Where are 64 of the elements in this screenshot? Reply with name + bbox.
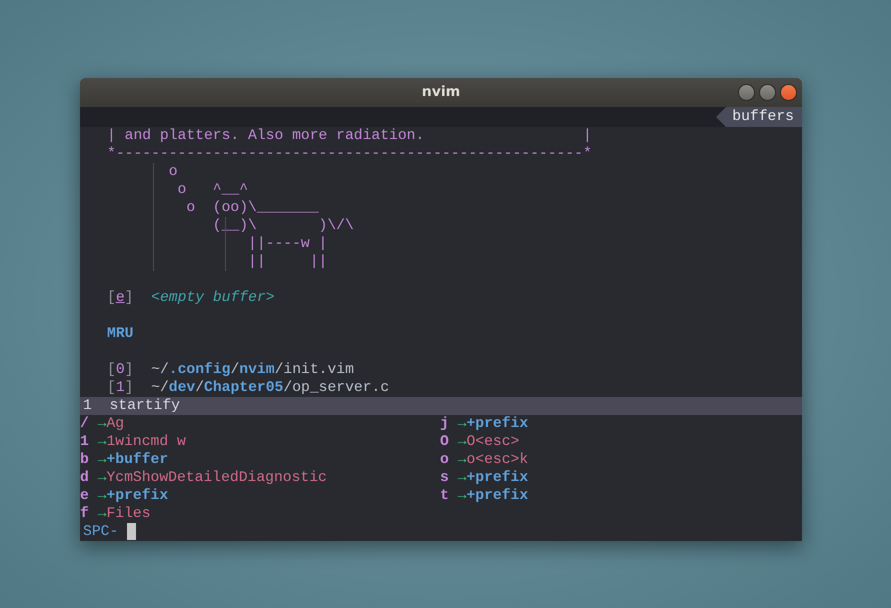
cursor bbox=[127, 523, 136, 540]
arrow: → bbox=[98, 488, 106, 504]
file-path[interactable]: ~/dev/Chapter05/op_server.c bbox=[151, 380, 390, 396]
buffer-number: 1 bbox=[83, 398, 92, 414]
key-label: j bbox=[440, 416, 449, 432]
key-label: o bbox=[440, 452, 449, 468]
command-label: Files bbox=[106, 506, 151, 522]
prefix-label: +prefix bbox=[466, 416, 528, 432]
arrow: → bbox=[98, 452, 106, 468]
indent-guide bbox=[225, 217, 226, 271]
key-label: O bbox=[440, 434, 449, 450]
maximize-button[interactable] bbox=[759, 84, 776, 101]
key-label: b bbox=[80, 452, 89, 468]
bracket: ] bbox=[124, 380, 134, 396]
key-label: d bbox=[80, 470, 89, 486]
section-heading: MRU bbox=[107, 326, 134, 342]
prefix-label: +prefix bbox=[466, 470, 528, 486]
key-label: t bbox=[440, 488, 449, 504]
minimize-button[interactable] bbox=[738, 84, 755, 101]
ascii-art-line: *-----------------------------------------------------* bbox=[107, 146, 592, 162]
buffer-name: startify bbox=[109, 398, 180, 414]
key-label: 1 bbox=[80, 434, 89, 450]
command-label: Ag bbox=[106, 416, 124, 432]
key-label: s bbox=[440, 470, 449, 486]
ascii-art-line: || || bbox=[247, 254, 328, 270]
buffer-tab[interactable]: buffers bbox=[726, 107, 802, 127]
command-label: 1wincmd w bbox=[106, 434, 186, 450]
ascii-art-line: o ^__^ bbox=[176, 182, 248, 198]
entry-index[interactable]: 1 bbox=[116, 380, 125, 396]
arrow: → bbox=[458, 488, 466, 504]
ascii-art-line: ||----w | bbox=[247, 236, 328, 252]
window-title: nvim bbox=[422, 83, 460, 102]
entry-key[interactable]: e bbox=[116, 290, 125, 306]
key-label: / bbox=[80, 416, 89, 432]
empty-buffer-entry[interactable]: <empty buffer> bbox=[151, 290, 275, 306]
arrow: → bbox=[458, 470, 466, 486]
prefix-label: +buffer bbox=[106, 452, 168, 468]
command-label: O<esc> bbox=[466, 434, 520, 450]
ascii-art-line: o (oo)\_______ bbox=[185, 200, 319, 216]
close-button[interactable] bbox=[780, 84, 797, 101]
ascii-art-line: (__)\ )\/\ bbox=[212, 218, 354, 234]
arrow: → bbox=[98, 434, 106, 450]
command-label: YcmShowDetailedDiagnostic bbox=[106, 470, 327, 486]
arrow: → bbox=[98, 506, 106, 522]
arrow: → bbox=[458, 434, 466, 450]
arrow: → bbox=[458, 416, 466, 432]
command-label: o<esc>k bbox=[466, 452, 528, 468]
file-path[interactable]: ~/.config/nvim/init.vim bbox=[151, 362, 354, 378]
ascii-art-line: | and platters. Also more radiation. | bbox=[107, 128, 592, 144]
arrow: → bbox=[98, 470, 106, 486]
key-label: e bbox=[80, 488, 89, 504]
bracket: ] bbox=[124, 290, 134, 306]
ascii-art-line: o bbox=[168, 164, 178, 180]
prefix-label: +prefix bbox=[106, 488, 168, 504]
bracket: ] bbox=[124, 362, 134, 378]
arrow: → bbox=[98, 416, 106, 432]
prefix-label: +prefix bbox=[466, 488, 528, 504]
bracket: [ bbox=[107, 380, 116, 396]
entry-index[interactable]: 0 bbox=[116, 362, 125, 378]
command-prompt: SPC- bbox=[83, 524, 118, 540]
key-label: f bbox=[80, 506, 89, 522]
arrow: → bbox=[458, 452, 466, 468]
bracket: [ bbox=[107, 290, 116, 306]
bracket: [ bbox=[107, 362, 116, 378]
